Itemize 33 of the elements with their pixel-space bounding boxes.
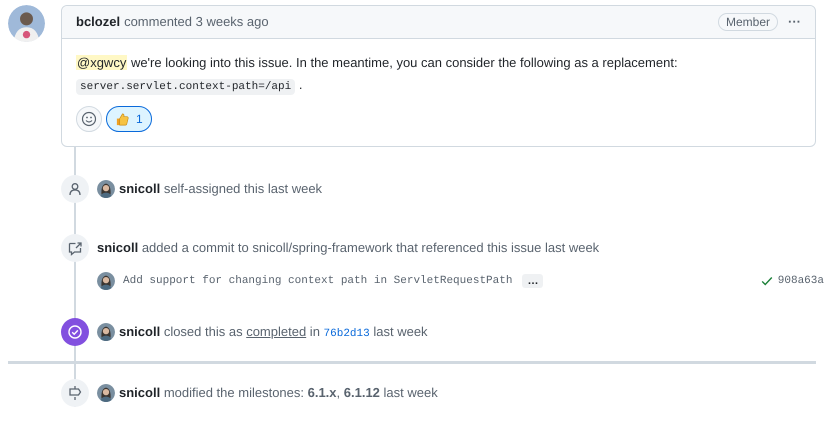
cross-reference-icon	[67, 240, 83, 256]
event-text: snicoll closed this as completed in 76b2d13 last week	[119, 322, 428, 342]
author-link[interactable]: snicoll	[119, 181, 160, 196]
commit-sha-link[interactable]: 908a63a	[778, 272, 824, 290]
person-icon	[67, 181, 83, 197]
user-avatar	[97, 272, 115, 290]
commit-link[interactable]: 76b2d13	[324, 328, 370, 340]
check-circle-icon	[67, 324, 83, 340]
user-avatar	[97, 180, 115, 198]
commit-message-link[interactable]: Add support for changing context path in ServletRequestPath	[123, 272, 512, 290]
mention-link[interactable]: @xgwcy	[76, 55, 128, 70]
check-icon	[760, 274, 774, 288]
comment-body: @xgwcy we're looking into this issue. In the meantime, you can consider the following as a replacement: server.servlet.context-path=/api .	[75, 54, 679, 97]
comment-meta: commented 3 weeks ago	[124, 13, 269, 32]
author-link[interactable]: snicoll	[119, 324, 160, 339]
milestone-icon	[67, 385, 83, 401]
add-reaction-button[interactable]	[76, 106, 102, 132]
smiley-icon	[81, 111, 97, 127]
user-avatar	[97, 384, 115, 402]
reaction-button[interactable]: 1	[106, 106, 152, 132]
author-link[interactable]: bclozel	[76, 12, 120, 32]
expand-button[interactable]: …	[522, 274, 544, 288]
event-text: snicoll modified the milestones: 6.1.x, 6.1.12 last week	[119, 384, 438, 402]
event-text: snicoll added a commit to snicoll/spring-framework that referenced this issue last week	[97, 239, 600, 258]
user-avatar	[8, 5, 45, 42]
author-link[interactable]: snicoll	[119, 385, 160, 400]
user-avatar	[97, 323, 115, 341]
thumbs-up-icon	[115, 112, 130, 126]
role-label: Member	[718, 13, 778, 31]
more-options-button[interactable]: ···	[788, 12, 801, 32]
event-text: snicoll self-assigned this last week	[119, 180, 322, 198]
author-link[interactable]: snicoll	[97, 240, 138, 256]
completed-link[interactable]: completed	[246, 324, 306, 339]
